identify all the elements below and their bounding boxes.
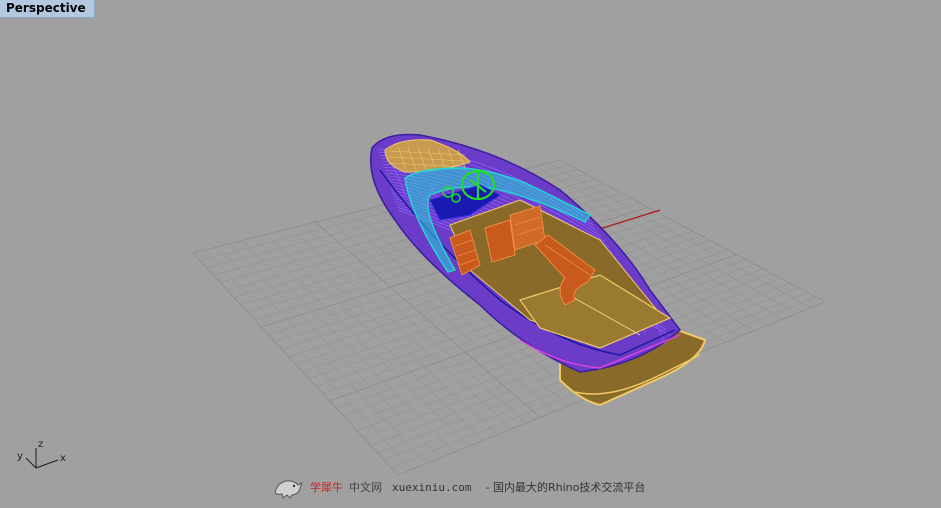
watermark-brand-red: 学犀牛 — [310, 481, 343, 494]
viewport-title-tab[interactable]: Perspective — [0, 0, 95, 18]
perspective-viewport[interactable]: Perspective z x y 学犀牛 中文网 xuexiniu.com - … — [0, 0, 941, 508]
watermark-brand-rest: 中文网 — [349, 481, 382, 494]
watermark-description: - 国内最大的Rhino技术交流平台 — [485, 481, 646, 494]
watermark-url: xuexiniu.com — [392, 480, 472, 494]
boat-model[interactable] — [369, 133, 707, 407]
axis-x-label: x — [60, 453, 66, 464]
axis-y-label: y — [17, 451, 23, 462]
axis-z-label: z — [38, 439, 44, 450]
model-canvas[interactable] — [0, 0, 941, 508]
axis-widget-lines — [25, 448, 59, 469]
rhino-logo-icon — [274, 480, 303, 499]
watermark: 学犀牛 中文网 xuexiniu.com - 国内最大的Rhino技术交流平台 — [272, 474, 645, 500]
